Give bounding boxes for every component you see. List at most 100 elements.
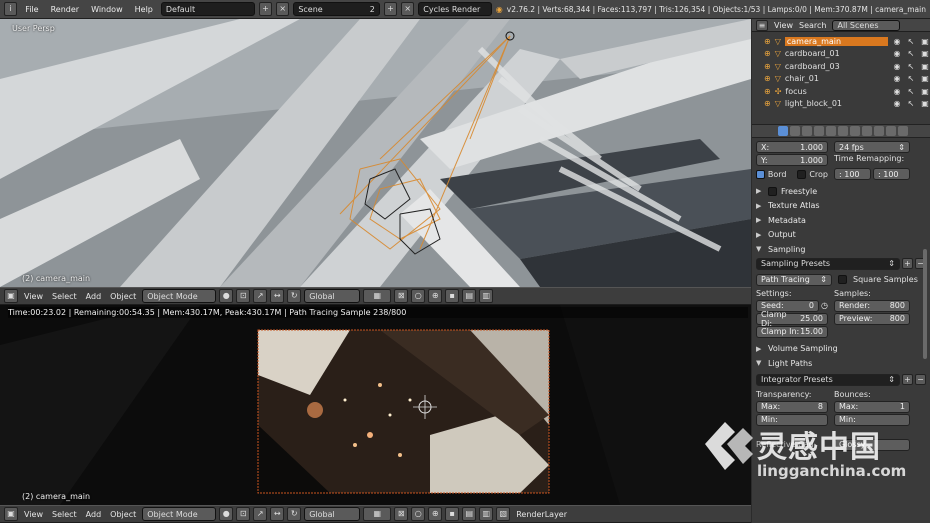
pivot-icon[interactable]: ⊡ bbox=[236, 507, 251, 521]
proportional-icon[interactable]: ○ bbox=[411, 289, 426, 303]
texture-tab-icon[interactable] bbox=[886, 126, 896, 136]
shading-icon[interactable]: ● bbox=[219, 507, 234, 521]
panel-volume-sampling[interactable]: ▶ Volume Sampling bbox=[756, 342, 926, 357]
glossy-bounces-field[interactable]: Glossy bbox=[834, 438, 910, 451]
visibility-eye-icon[interactable]: ◉ bbox=[892, 62, 902, 71]
layers-icon[interactable]: ▦ bbox=[363, 507, 392, 521]
translate-icon[interactable]: ↔ bbox=[270, 507, 285, 521]
outliner-item[interactable]: ⊕ ▽ cardboard_01 ◉ ↖ ▣ bbox=[752, 48, 930, 61]
selectable-cursor-icon[interactable]: ↖ bbox=[906, 49, 916, 58]
delete-scene-icon[interactable]: × bbox=[401, 2, 415, 16]
render-anim-icon[interactable]: ▥ bbox=[479, 289, 494, 303]
world-tab-icon[interactable] bbox=[814, 126, 824, 136]
render-tab-icon[interactable] bbox=[778, 126, 788, 136]
outliner-menu-search[interactable]: Search bbox=[799, 21, 826, 30]
selectable-cursor-icon[interactable]: ↖ bbox=[906, 74, 916, 83]
snap-target-icon[interactable]: ▪ bbox=[445, 507, 460, 521]
mode-dropdown[interactable]: Object Mode bbox=[142, 289, 217, 303]
panel-freestyle[interactable]: ▶ Freestyle bbox=[756, 184, 926, 199]
editor-type-icon[interactable]: ▣ bbox=[4, 507, 18, 521]
menu-select[interactable]: Select bbox=[49, 510, 80, 519]
snap-icon[interactable]: ⊕ bbox=[428, 289, 443, 303]
visibility-eye-icon[interactable]: ◉ bbox=[892, 99, 902, 108]
screen-layout-dropdown[interactable]: Default bbox=[160, 2, 255, 16]
render-samples-field[interactable]: Render: 800 bbox=[834, 299, 910, 312]
bounces-min-field[interactable]: Min: bbox=[834, 413, 910, 426]
clamp-indirect-field[interactable]: Clamp In: 15.00 bbox=[756, 325, 828, 338]
render-layer-label[interactable]: RenderLayer bbox=[513, 510, 570, 519]
orientation-dropdown[interactable]: Global bbox=[304, 507, 361, 521]
object-tab-icon[interactable] bbox=[826, 126, 836, 136]
visibility-eye-icon[interactable]: ◉ bbox=[892, 37, 902, 46]
viewport-rendered[interactable]: Time:00:23.02 | Remaining:00:54.35 | Mem… bbox=[0, 305, 751, 505]
translate-icon[interactable]: ↔ bbox=[270, 289, 285, 303]
menu-select[interactable]: Select bbox=[49, 292, 80, 301]
pivot-icon[interactable]: ⊡ bbox=[236, 289, 251, 303]
scene-tab-icon[interactable] bbox=[802, 126, 812, 136]
aspect-x-field[interactable]: X: 1.000 bbox=[756, 141, 828, 153]
render-camera-icon[interactable]: ▣ bbox=[920, 74, 930, 83]
aspect-y-field[interactable]: Y: 1.000 bbox=[756, 154, 828, 166]
manipulator-icon[interactable]: ↗ bbox=[253, 289, 268, 303]
expand-icon[interactable]: ⊕ bbox=[764, 87, 771, 96]
render-camera-icon[interactable]: ▣ bbox=[920, 37, 930, 46]
remap-old-field[interactable]: : 100 bbox=[834, 168, 871, 180]
add-scene-icon[interactable]: + bbox=[383, 2, 398, 16]
panel-light-paths[interactable]: ▼ Light Paths bbox=[756, 356, 926, 371]
menu-view[interactable]: View bbox=[21, 510, 46, 519]
outliner-item[interactable]: ⊕ ▽ camera_main ◉ ↖ ▣ bbox=[752, 35, 930, 48]
preview-samples-field[interactable]: Preview: 800 bbox=[834, 312, 910, 325]
bounces-max-field[interactable]: Max: 1 bbox=[834, 400, 910, 413]
proportional-icon[interactable]: ○ bbox=[411, 507, 426, 521]
particles-tab-icon[interactable] bbox=[898, 126, 908, 136]
data-tab-icon[interactable] bbox=[862, 126, 872, 136]
render-camera-icon[interactable]: ▣ bbox=[920, 87, 930, 96]
expand-icon[interactable]: ⊕ bbox=[764, 37, 771, 46]
outliner-item[interactable]: ⊕ ▽ chair_01 ◉ ↖ ▣ bbox=[752, 73, 930, 86]
panel-sampling[interactable]: ▼ Sampling bbox=[756, 242, 926, 257]
render-anim-icon[interactable]: ▥ bbox=[479, 507, 494, 521]
render-camera-icon[interactable]: ▣ bbox=[920, 49, 930, 58]
expand-icon[interactable]: ⊕ bbox=[764, 99, 771, 108]
frame-rate-dropdown[interactable]: 24 fps ⇕ bbox=[834, 141, 910, 153]
outliner-item[interactable]: ⊕ ▽ cardboard_03 ◉ ↖ ▣ bbox=[752, 60, 930, 73]
manipulator-icon[interactable]: ↗ bbox=[253, 507, 268, 521]
expand-icon[interactable]: ⊕ bbox=[764, 74, 771, 83]
selectable-cursor-icon[interactable]: ↖ bbox=[906, 37, 916, 46]
menu-object[interactable]: Object bbox=[107, 292, 139, 301]
delete-screen-icon[interactable]: × bbox=[276, 2, 290, 16]
selectable-cursor-icon[interactable]: ↖ bbox=[906, 99, 916, 108]
menu-file[interactable]: File bbox=[21, 5, 42, 14]
outliner-display-dropdown[interactable]: All Scenes bbox=[832, 19, 901, 31]
panel-metadata[interactable]: ▶ Metadata bbox=[756, 213, 926, 228]
outliner-menu-view[interactable]: View bbox=[774, 21, 793, 30]
add-preset-icon[interactable]: + bbox=[902, 258, 913, 269]
add-screen-icon[interactable]: + bbox=[258, 2, 273, 16]
panel-output[interactable]: ▶ Output bbox=[756, 228, 926, 243]
expand-icon[interactable]: ⊕ bbox=[764, 62, 771, 71]
material-tab-icon[interactable] bbox=[874, 126, 884, 136]
selectable-cursor-icon[interactable]: ↖ bbox=[906, 62, 916, 71]
menu-render[interactable]: Render bbox=[47, 5, 83, 14]
panel-texture-atlas[interactable]: ▶ Texture Atlas bbox=[756, 199, 926, 214]
info-editor-icon[interactable]: i bbox=[4, 2, 18, 16]
freestyle-checkbox[interactable] bbox=[768, 186, 777, 196]
integrator-presets-dropdown[interactable]: Integrator Presets ⇕ bbox=[756, 373, 900, 386]
menu-view[interactable]: View bbox=[21, 292, 46, 301]
viewport-solid[interactable]: User Persp (2) camera_main bbox=[0, 19, 751, 287]
modifiers-tab-icon[interactable] bbox=[850, 126, 860, 136]
properties-scrollbar[interactable] bbox=[923, 249, 927, 359]
orientation-dropdown[interactable]: Global bbox=[304, 289, 361, 303]
visibility-eye-icon[interactable]: ◉ bbox=[892, 49, 902, 58]
mode-dropdown[interactable]: Object Mode bbox=[142, 507, 217, 521]
menu-object[interactable]: Object bbox=[107, 510, 139, 519]
menu-help[interactable]: Help bbox=[131, 5, 157, 14]
remove-preset-icon[interactable]: − bbox=[915, 374, 926, 385]
snap-target-icon[interactable]: ▪ bbox=[445, 289, 460, 303]
snap-icon[interactable]: ⊕ bbox=[428, 507, 443, 521]
sampling-presets-dropdown[interactable]: Sampling Presets ⇕ bbox=[756, 257, 900, 270]
clamp-direct-field[interactable]: Clamp Di: 25.00 bbox=[756, 310, 828, 328]
transparency-min-field[interactable]: Min: bbox=[756, 413, 828, 426]
render-image-icon[interactable]: ▤ bbox=[462, 507, 477, 521]
render-camera-icon[interactable]: ▣ bbox=[920, 99, 930, 108]
